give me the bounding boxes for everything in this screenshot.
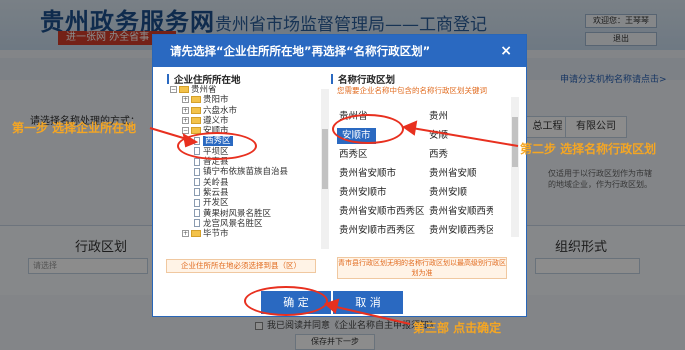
step2-arrow-line xyxy=(411,127,519,147)
step3-arrow-line xyxy=(331,305,411,325)
step1-arrow-head xyxy=(182,133,199,148)
step3-arrow-head xyxy=(324,298,340,314)
step2-arrow-head xyxy=(401,120,418,136)
annotation-arrows xyxy=(149,120,519,325)
